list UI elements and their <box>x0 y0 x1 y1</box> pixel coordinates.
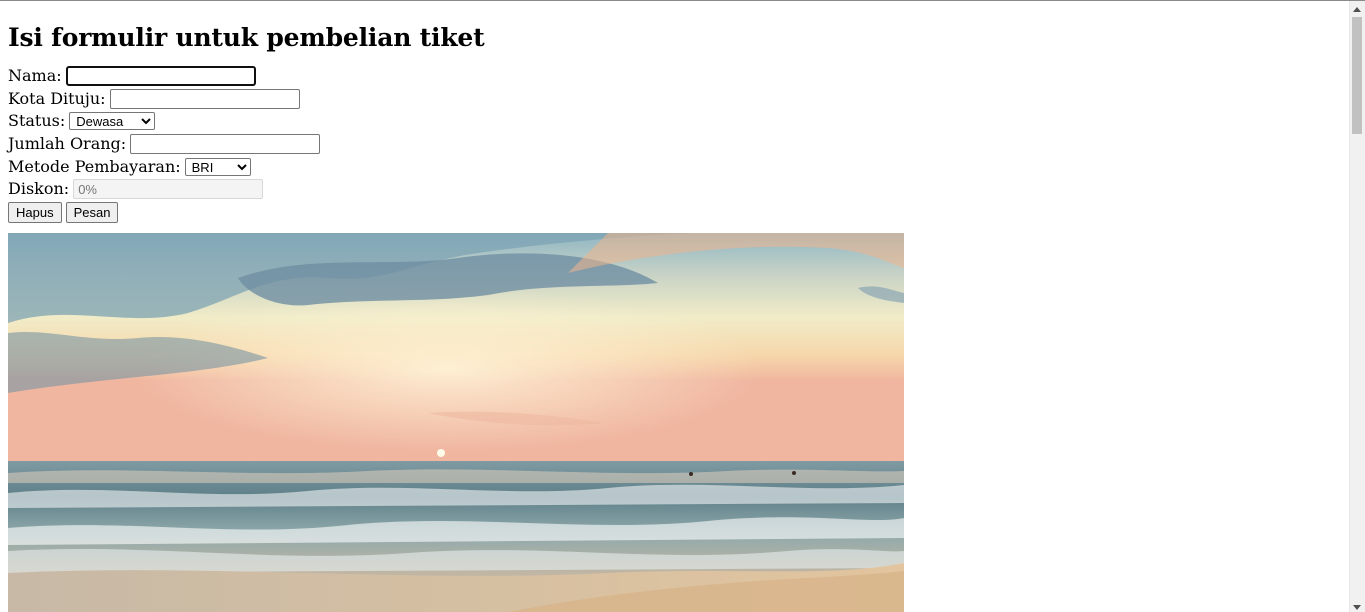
page-content: Isi formulir untuk pembelian tiket Nama:… <box>8 1 1348 223</box>
nama-input[interactable] <box>65 66 256 87</box>
row-diskon: Diskon: <box>8 178 1348 201</box>
row-status: Status: Dewasa <box>8 110 1348 133</box>
metode-select[interactable]: BRI <box>184 157 251 176</box>
vertical-scrollbar[interactable] <box>1349 1 1365 612</box>
scroll-down-arrow-icon[interactable] <box>1353 605 1361 610</box>
jumlah-label: Jumlah Orang: <box>8 134 127 154</box>
kota-label: Kota Dituju: <box>8 88 106 108</box>
row-metode: Metode Pembayaran: BRI <box>8 155 1348 178</box>
pesan-button[interactable]: Pesan <box>65 201 119 223</box>
scroll-thumb[interactable] <box>1352 17 1362 134</box>
kota-input[interactable] <box>109 88 300 109</box>
beach-sunset-image <box>8 233 904 612</box>
jumlah-input[interactable] <box>130 134 321 155</box>
scroll-up-arrow-icon[interactable] <box>1353 7 1361 12</box>
status-select[interactable]: Dewasa <box>69 112 156 131</box>
diskon-input[interactable] <box>73 179 264 200</box>
status-label: Status: <box>8 111 66 131</box>
button-row: Hapus Pesan <box>8 201 1348 223</box>
row-nama: Nama: <box>8 65 1348 88</box>
hapus-button[interactable]: Hapus <box>8 201 62 223</box>
page-title: Isi formulir untuk pembelian tiket <box>8 23 485 52</box>
row-kota: Kota Dituju: <box>8 88 1348 111</box>
metode-label: Metode Pembayaran: <box>8 156 181 176</box>
ticket-form: Nama: Kota Dituju: Status: Dewasa Jumlah… <box>8 65 1348 223</box>
row-jumlah: Jumlah Orang: <box>8 133 1348 156</box>
diskon-label: Diskon: <box>8 179 70 199</box>
nama-label: Nama: <box>8 66 62 86</box>
